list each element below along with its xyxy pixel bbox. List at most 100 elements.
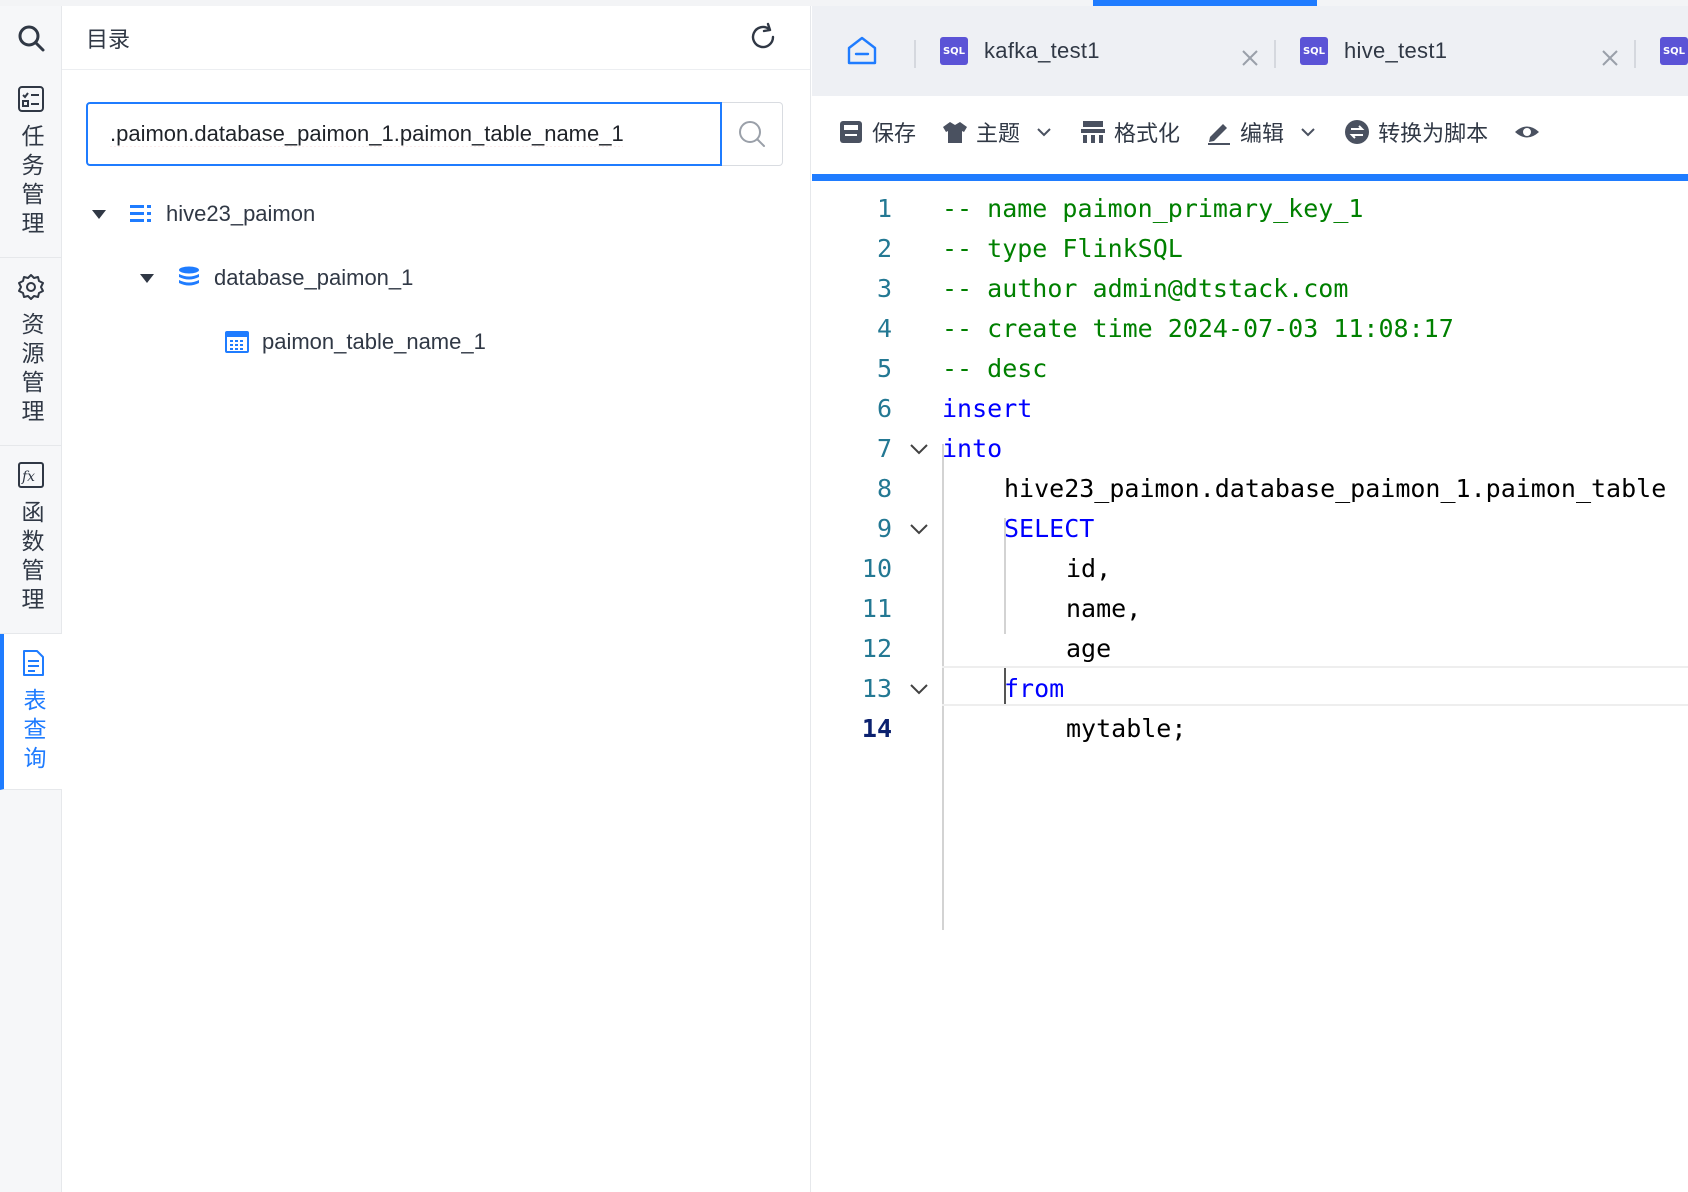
fold-chevron-icon[interactable] xyxy=(908,438,930,460)
activity-bar: 任务管理 资源管理 fx 函数管理 表查询 xyxy=(0,6,62,1192)
tab-partial[interactable]: SQL xyxy=(1660,6,1688,96)
format-button[interactable]: 格式化 xyxy=(1080,116,1180,148)
search-icon xyxy=(739,121,765,147)
code-text: insert xyxy=(942,393,1033,423)
tab-separator xyxy=(1634,40,1636,68)
code-text: age xyxy=(1066,633,1112,663)
convert-to-script-button[interactable]: 转换为脚本 xyxy=(1344,116,1488,148)
refresh-button[interactable] xyxy=(746,20,780,54)
close-icon[interactable] xyxy=(1240,48,1260,68)
theme-dropdown[interactable]: 主题 xyxy=(942,116,1054,148)
tree-node-table[interactable]: paimon_table_name_1 xyxy=(224,322,486,362)
editor-top-border xyxy=(812,174,1688,181)
edit-label: 编辑 xyxy=(1240,121,1285,146)
tree-node-catalog[interactable]: hive23_paimon xyxy=(92,194,315,234)
global-search-button[interactable] xyxy=(0,6,62,70)
code-text: -- desc xyxy=(942,353,1048,383)
format-icon xyxy=(1080,119,1106,145)
caret-down-icon[interactable] xyxy=(92,209,106,219)
activity-task-management[interactable]: 任务管理 xyxy=(0,70,62,258)
code-line[interactable]: 5 -- desc xyxy=(812,348,1688,388)
activity-label: 函数管理 xyxy=(18,500,44,616)
tree-node-label: paimon_table_name_1 xyxy=(262,329,486,354)
code-text: hive23_paimon.database_paimon_1.paimon_t… xyxy=(1004,473,1667,503)
catalog-panel: 目录 hive23_paimon database_paimon_1 xyxy=(62,6,811,1192)
line-number: 14 xyxy=(861,713,892,743)
line-number: 9 xyxy=(876,513,892,543)
catalog-search-input[interactable] xyxy=(86,102,722,166)
code-line[interactable]: 1 -- name paimon_primary_key_1 xyxy=(812,188,1688,228)
caret-down-icon[interactable] xyxy=(140,273,154,283)
activity-table-query[interactable]: 表查询 xyxy=(0,634,62,790)
line-number: 7 xyxy=(876,433,892,463)
tab-kafka-test1[interactable]: SQL kafka_test1 xyxy=(940,6,1100,96)
tree-node-label: database_paimon_1 xyxy=(214,265,414,290)
chevron-down-icon xyxy=(1301,128,1315,137)
code-editor[interactable]: 1 -- name paimon_primary_key_1 2 -- type Fl… xyxy=(812,182,1688,1192)
search-icon xyxy=(18,25,45,52)
line-number: 3 xyxy=(876,273,892,303)
sql-file-icon: SQL xyxy=(940,37,968,65)
line-number: 1 xyxy=(876,193,892,223)
app-window: 任务管理 资源管理 fx 函数管理 表查询 目录 .paimon.databas… xyxy=(0,0,1688,1192)
convert-label: 转换为脚本 xyxy=(1378,121,1489,146)
code-line[interactable]: 13 from xyxy=(812,668,1688,708)
catalog-icon xyxy=(128,201,154,227)
edit-dropdown[interactable]: 编辑 xyxy=(1206,116,1318,148)
code-text: -- type FlinkSQL xyxy=(942,233,1183,263)
shirt-icon xyxy=(942,119,968,145)
close-icon[interactable] xyxy=(1600,48,1620,68)
catalog-title: 目录 xyxy=(86,26,131,52)
catalog-search-button[interactable] xyxy=(722,102,783,166)
function-icon: fx xyxy=(16,460,46,490)
line-number: 13 xyxy=(861,673,892,703)
code-line[interactable]: 8 hive23_paimon.database_paimon_1.paimon_… xyxy=(812,468,1688,508)
code-text: mytable; xyxy=(1066,713,1187,743)
code-line[interactable]: 11 name, xyxy=(812,588,1688,628)
tab-label: hive_test1 xyxy=(1344,38,1448,63)
catalog-header: 目录 xyxy=(62,6,810,70)
gear-icon xyxy=(16,272,46,302)
tree-node-label: hive23_paimon xyxy=(166,201,316,226)
database-icon xyxy=(176,265,202,291)
home-icon xyxy=(847,36,877,65)
code-text: into xyxy=(942,433,1003,463)
tab-separator xyxy=(1274,40,1276,68)
code-line[interactable]: 9 SELECT xyxy=(812,508,1688,548)
code-line[interactable]: 3 -- author admin@dtstack.com xyxy=(812,268,1688,308)
code-line[interactable]: 10 id, xyxy=(812,548,1688,588)
preview-button[interactable] xyxy=(1514,119,1548,145)
code-line[interactable]: 2 -- type FlinkSQL xyxy=(812,228,1688,268)
code-line[interactable]: 12 age xyxy=(812,628,1688,668)
save-icon xyxy=(838,119,864,145)
code-text: SELECT xyxy=(1004,513,1095,543)
tab-bar: SQL kafka_test1 SQL hive_test1 SQL xyxy=(812,6,1688,96)
line-number: 10 xyxy=(861,553,892,583)
catalog-search xyxy=(86,102,783,166)
convert-icon xyxy=(1344,119,1370,145)
tree-node-database[interactable]: database_paimon_1 xyxy=(140,258,413,298)
line-number: 12 xyxy=(861,633,892,663)
code-text: name, xyxy=(1066,593,1142,623)
fold-chevron-icon[interactable] xyxy=(908,678,930,700)
code-line[interactable]: 7 into xyxy=(812,428,1688,468)
sql-file-icon: SQL xyxy=(1660,37,1688,65)
code-line[interactable]: 4 -- create time 2024-07-03 11:08:17 xyxy=(812,308,1688,348)
sql-file-icon: SQL xyxy=(1300,37,1328,65)
tab-hive-test1[interactable]: SQL hive_test1 xyxy=(1300,6,1447,96)
activity-resource-management[interactable]: 资源管理 xyxy=(0,258,62,446)
activity-label: 表查询 xyxy=(20,688,46,775)
activity-function-management[interactable]: fx 函数管理 xyxy=(0,446,62,634)
fold-chevron-icon[interactable] xyxy=(908,518,930,540)
code-line[interactable]: 6 insert xyxy=(812,388,1688,428)
code-text: -- create time 2024-07-03 11:08:17 xyxy=(942,313,1454,343)
chevron-down-icon xyxy=(1037,128,1051,137)
code-text: -- author admin@dtstack.com xyxy=(942,273,1349,303)
line-number: 4 xyxy=(876,313,892,343)
line-number: 2 xyxy=(876,233,892,263)
tab-home[interactable] xyxy=(812,6,912,96)
line-number: 6 xyxy=(876,393,892,423)
save-button[interactable]: 保存 xyxy=(838,116,916,148)
tab-label: kafka_test1 xyxy=(984,38,1100,63)
code-line[interactable]: 14 mytable; xyxy=(812,708,1688,748)
